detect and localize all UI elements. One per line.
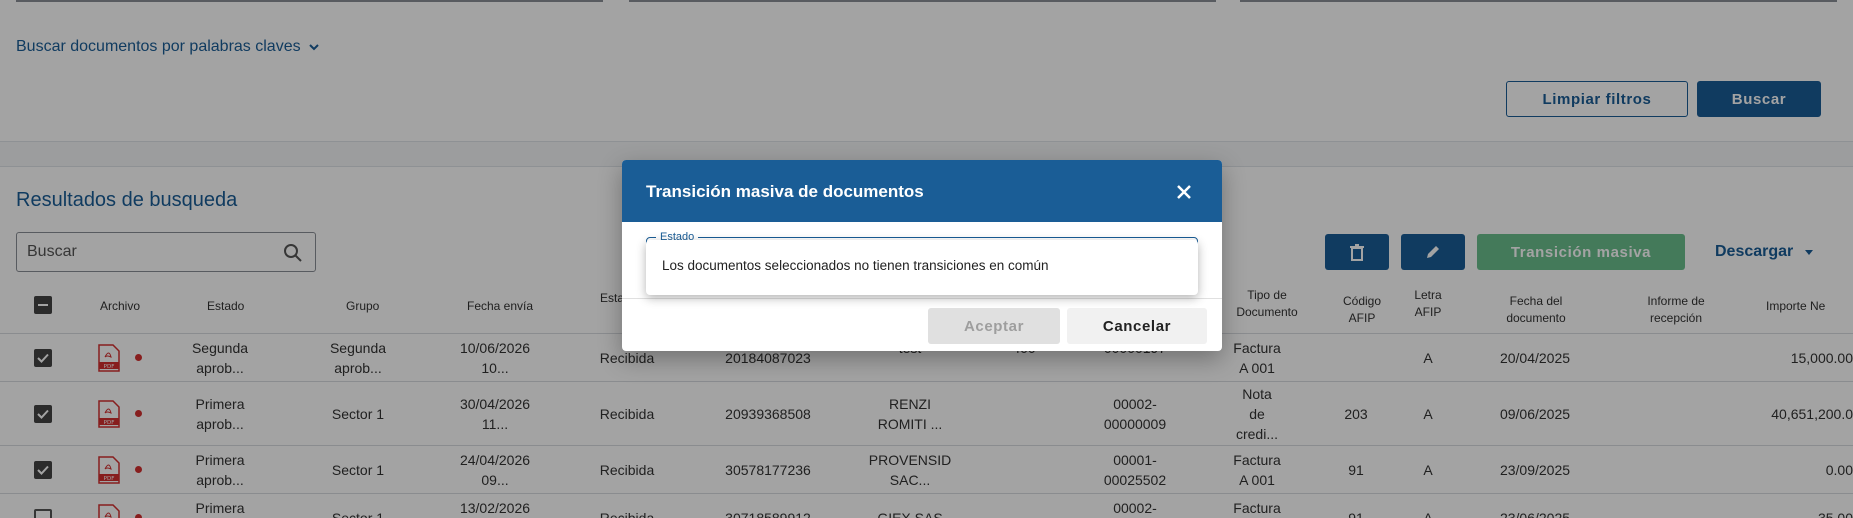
- no-transitions-message: Los documentos seleccionados no tienen t…: [662, 258, 1049, 273]
- dialog-header: Transición masiva de documentos: [622, 160, 1222, 222]
- page: Buscar documentos por palabras claves Li…: [0, 0, 1853, 518]
- dialog-divider: [622, 298, 1222, 299]
- accept-button[interactable]: Aceptar: [928, 308, 1060, 344]
- estado-options-popover: Los documentos seleccionados no tienen t…: [646, 240, 1198, 295]
- cancel-button[interactable]: Cancelar: [1067, 308, 1207, 344]
- close-icon[interactable]: [1176, 184, 1192, 200]
- dialog-title: Transición masiva de documentos: [646, 182, 924, 201]
